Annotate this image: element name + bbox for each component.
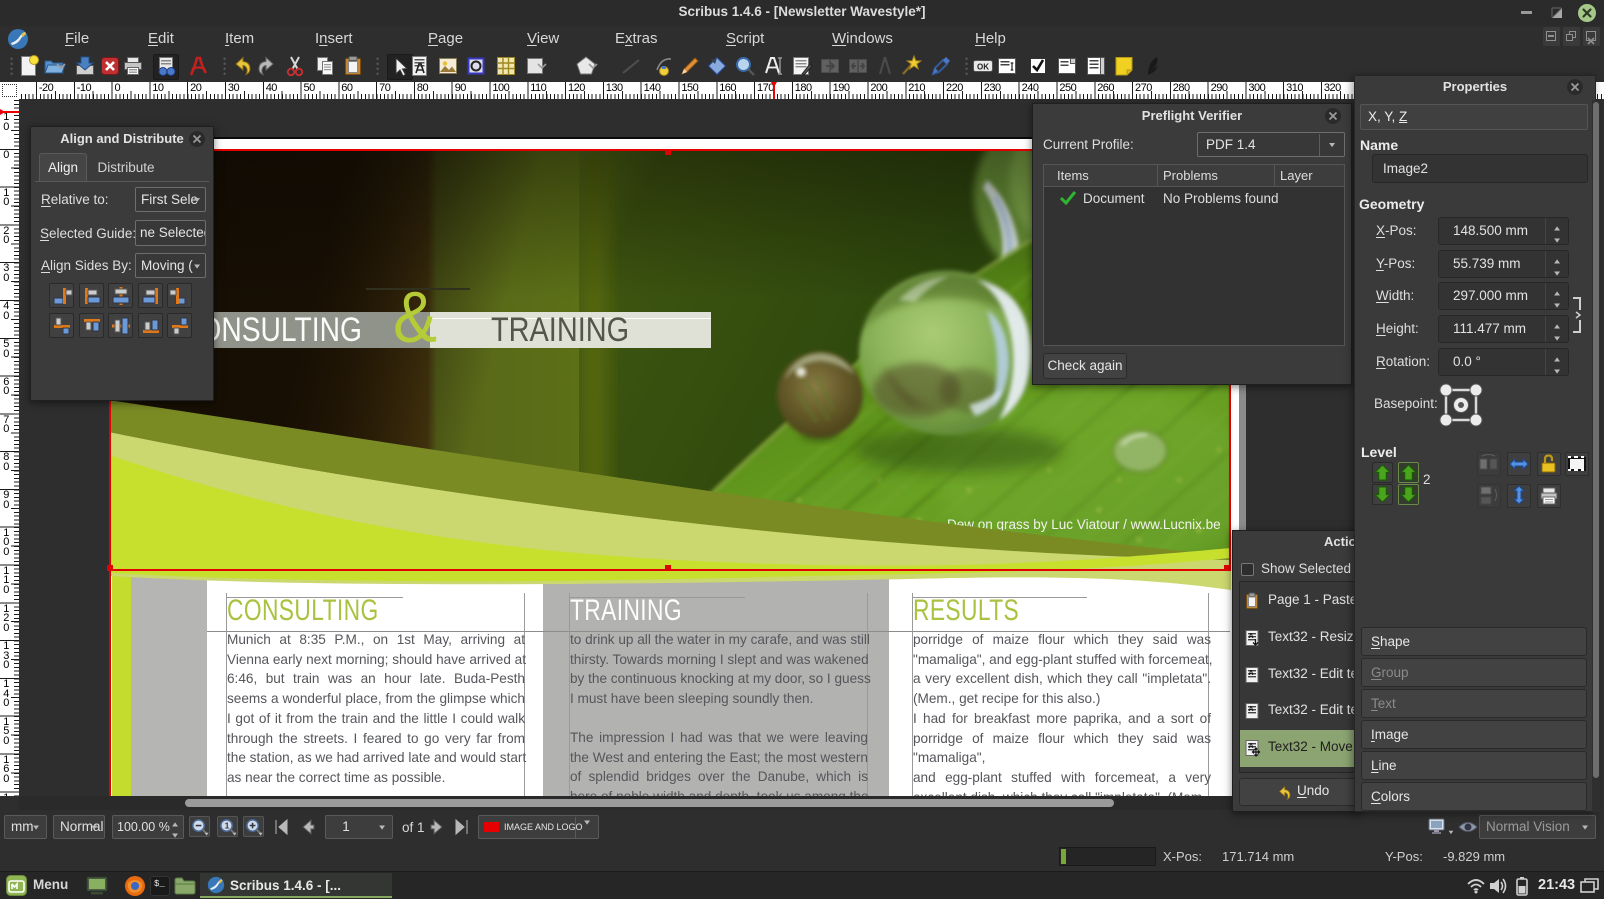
svg-text:A: A [1249,706,1254,713]
svg-text:1: 1 [225,820,230,830]
svg-text:A: A [1249,633,1254,640]
svg-text:OK: OK [977,63,989,72]
svg-text:A: A [1249,670,1254,677]
svg-text:A: A [1249,743,1254,750]
